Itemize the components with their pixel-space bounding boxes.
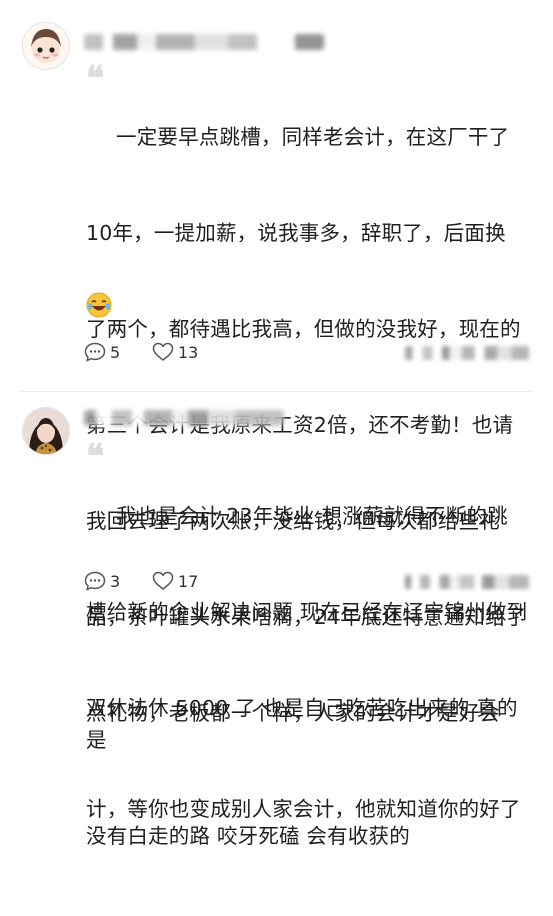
like-count: 13	[178, 342, 199, 362]
comment-bubble-icon	[84, 342, 106, 362]
heart-icon	[152, 342, 174, 361]
heart-icon	[152, 571, 174, 590]
reply-button[interactable]: 3	[84, 571, 120, 591]
comment-line: 10年，一提加薪，说我事多，辞职了，后面换	[86, 221, 506, 245]
crying-laughing-emoji	[86, 292, 112, 318]
avatar[interactable]	[22, 407, 70, 455]
avatar[interactable]	[22, 22, 70, 70]
comment-line: 没有白走的路 咬牙死磕 会有收获的	[86, 824, 410, 848]
reply-count: 5	[110, 342, 121, 362]
comment-card: ❝ 一定要早点跳槽，同样老会计，在这厂干了 10年，一提加薪，说我事多，辞职了，…	[0, 0, 553, 821]
comment-meta	[405, 346, 529, 360]
like-count: 17	[178, 571, 199, 591]
username[interactable]	[84, 410, 284, 426]
comment-bubble-icon	[84, 571, 106, 591]
comment-line: 槽给新的企业解决问题 现在已经在辽宁锦州做到	[86, 600, 528, 624]
comment-text: 我也是会计 23年毕业 想涨薪就得不断的跳 槽给新的企业解决问题 现在已经在辽宁…	[86, 436, 536, 916]
comment-line: 一定要早点跳槽，同样老会计，在这厂干了	[116, 125, 510, 149]
comment-line: 了两个，都待遇比我高，但做的没我好，现在的	[86, 317, 521, 341]
like-button[interactable]: 13	[152, 342, 198, 362]
like-button[interactable]: 17	[152, 571, 198, 591]
reply-count: 3	[110, 571, 121, 591]
comment-line: 我也是会计 23年毕业 想涨薪就得不断的跳	[116, 504, 508, 528]
comment-card: ❝ 我也是会计 23年毕业 想涨薪就得不断的跳 槽给新的企业解决问题 现在已经在…	[0, 392, 553, 848]
comment-meta	[405, 575, 529, 589]
reply-button[interactable]: 5	[84, 342, 120, 362]
username[interactable]	[84, 34, 324, 50]
comment-line: 双休法休 5000 了 也是自己吃苦吃出来的 真的是	[86, 696, 518, 752]
